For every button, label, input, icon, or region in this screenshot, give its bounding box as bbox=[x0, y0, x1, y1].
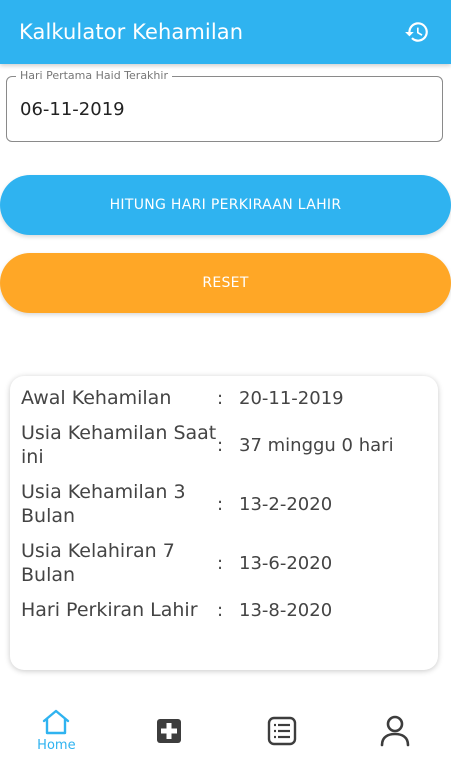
home-icon bbox=[43, 709, 70, 735]
result-colon: : bbox=[217, 552, 224, 574]
result-colon: : bbox=[217, 434, 224, 456]
result-label: Usia Kehamilan Saat ini bbox=[21, 422, 217, 468]
result-value: 13-6-2020 bbox=[239, 552, 333, 574]
app-title: Kalkulator Kehamilan bbox=[19, 20, 244, 44]
result-row-kelahiran-7-bulan: Usia Kelahiran 7 Bulan : 13-6-2020 bbox=[21, 539, 438, 587]
result-value: 20-11-2019 bbox=[239, 387, 344, 409]
result-colon: : bbox=[217, 599, 224, 621]
reset-button[interactable]: RESET bbox=[0, 253, 451, 313]
lmp-date-input[interactable] bbox=[20, 99, 420, 120]
history-icon[interactable] bbox=[403, 18, 431, 46]
result-label: Awal Kehamilan bbox=[21, 387, 172, 409]
result-label: Usia Kelahiran 7 Bulan bbox=[21, 540, 175, 586]
lmp-date-label: Hari Pertama Haid Terakhir bbox=[16, 69, 172, 82]
bottom-navigation: Home bbox=[0, 700, 451, 768]
result-row-hari-perkiraan-lahir: Hari Perkiran Lahir : 13-8-2020 bbox=[21, 598, 438, 622]
person-icon bbox=[380, 715, 409, 747]
calculate-button[interactable]: HITUNG HARI PERKIRAAN LAHIR bbox=[0, 175, 451, 235]
result-value: 37 minggu 0 hari bbox=[239, 434, 394, 456]
list-icon bbox=[267, 716, 297, 746]
nav-list[interactable] bbox=[226, 700, 339, 746]
result-colon: : bbox=[217, 387, 224, 409]
nav-home-label: Home bbox=[37, 738, 76, 753]
app-bar: Kalkulator Kehamilan bbox=[0, 0, 451, 64]
medical-plus-icon bbox=[157, 719, 182, 743]
result-label: Usia Kehamilan 3 Bulan bbox=[21, 481, 186, 527]
result-row-awal-kehamilan: Awal Kehamilan : 20-11-2019 bbox=[21, 386, 438, 410]
result-row-usia-kehamilan: Usia Kehamilan Saat ini : 37 minggu 0 ha… bbox=[21, 421, 438, 469]
results-card: Awal Kehamilan : 20-11-2019 Usia Kehamil… bbox=[10, 376, 438, 670]
nav-medical[interactable] bbox=[113, 700, 226, 744]
lmp-date-field[interactable]: Hari Pertama Haid Terakhir bbox=[6, 69, 443, 142]
result-value: 13-2-2020 bbox=[239, 493, 333, 515]
result-colon: : bbox=[217, 493, 224, 515]
result-row-kehamilan-3-bulan: Usia Kehamilan 3 Bulan : 13-2-2020 bbox=[21, 480, 438, 528]
nav-home[interactable]: Home bbox=[0, 700, 113, 753]
result-value: 13-8-2020 bbox=[239, 599, 333, 621]
result-label: Hari Perkiran Lahir bbox=[21, 599, 198, 621]
nav-profile[interactable] bbox=[338, 700, 451, 747]
